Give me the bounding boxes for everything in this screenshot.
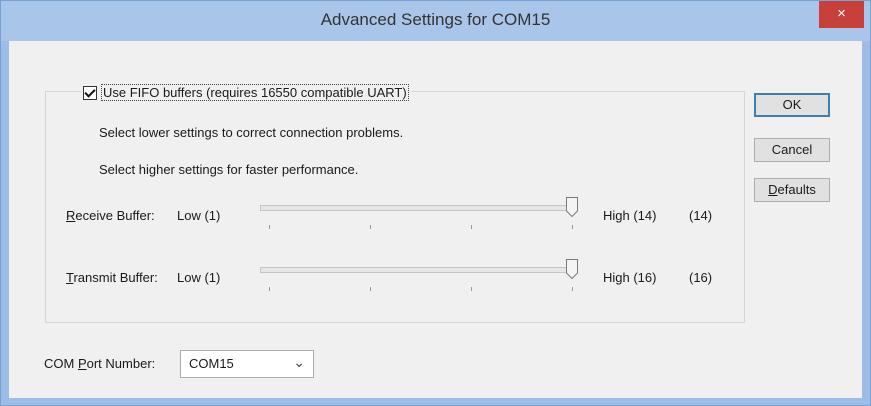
receive-buffer-label: Receive Buffer: bbox=[66, 208, 155, 223]
com-port-selected-value: COM15 bbox=[189, 356, 234, 371]
transmit-slider-thumb[interactable] bbox=[566, 259, 578, 279]
transmit-buffer-label: Transmit Buffer: bbox=[66, 270, 158, 285]
defaults-button[interactable]: Defaults bbox=[754, 178, 830, 202]
hint-higher-settings: Select higher settings for faster perfor… bbox=[99, 162, 359, 177]
dialog-client-area: Use FIFO buffers (requires 16550 compati… bbox=[9, 41, 862, 398]
transmit-slider-tick bbox=[370, 287, 371, 291]
fifo-checkbox-label[interactable]: Use FIFO buffers (requires 16550 compati… bbox=[101, 84, 409, 101]
ok-button[interactable]: OK bbox=[754, 93, 830, 117]
receive-low-label: Low (1) bbox=[177, 208, 221, 223]
receive-slider-track[interactable] bbox=[260, 205, 577, 211]
fifo-checkbox-row[interactable]: Use FIFO buffers (requires 16550 compati… bbox=[81, 84, 411, 101]
transmit-slider-track[interactable] bbox=[260, 267, 577, 273]
transmit-slider-tick bbox=[471, 287, 472, 291]
transmit-current-value: (16) bbox=[689, 270, 713, 285]
close-icon: × bbox=[837, 5, 846, 22]
transmit-slider-tick bbox=[572, 287, 573, 291]
receive-current-value: (14) bbox=[689, 208, 713, 223]
com-port-select[interactable]: COM15 ⌄ bbox=[180, 350, 314, 378]
receive-slider-tick bbox=[572, 225, 573, 229]
transmit-slider-tick bbox=[269, 287, 270, 291]
cancel-button[interactable]: Cancel bbox=[754, 138, 830, 162]
fifo-checkbox[interactable] bbox=[83, 85, 97, 100]
com-port-label: COM Port Number: bbox=[44, 356, 156, 371]
transmit-high-label: High (16) bbox=[603, 270, 657, 285]
chevron-down-icon[interactable]: ⌄ bbox=[293, 354, 305, 371]
receive-high-label: High (14) bbox=[603, 208, 657, 223]
hint-lower-settings: Select lower settings to correct connect… bbox=[99, 125, 404, 140]
title-bar[interactable]: Advanced Settings for COM15 × bbox=[1, 1, 870, 41]
receive-slider-thumb[interactable] bbox=[566, 197, 578, 217]
transmit-buffer-slider[interactable] bbox=[260, 259, 585, 299]
dialog-window: Advanced Settings for COM15 × Use FIFO b… bbox=[0, 0, 871, 406]
receive-slider-tick bbox=[471, 225, 472, 229]
receive-slider-tick bbox=[269, 225, 270, 229]
transmit-low-label: Low (1) bbox=[177, 270, 221, 285]
receive-slider-tick bbox=[370, 225, 371, 229]
close-button[interactable]: × bbox=[819, 1, 864, 28]
receive-buffer-slider[interactable] bbox=[260, 197, 585, 237]
window-title: Advanced Settings for COM15 bbox=[320, 10, 551, 29]
